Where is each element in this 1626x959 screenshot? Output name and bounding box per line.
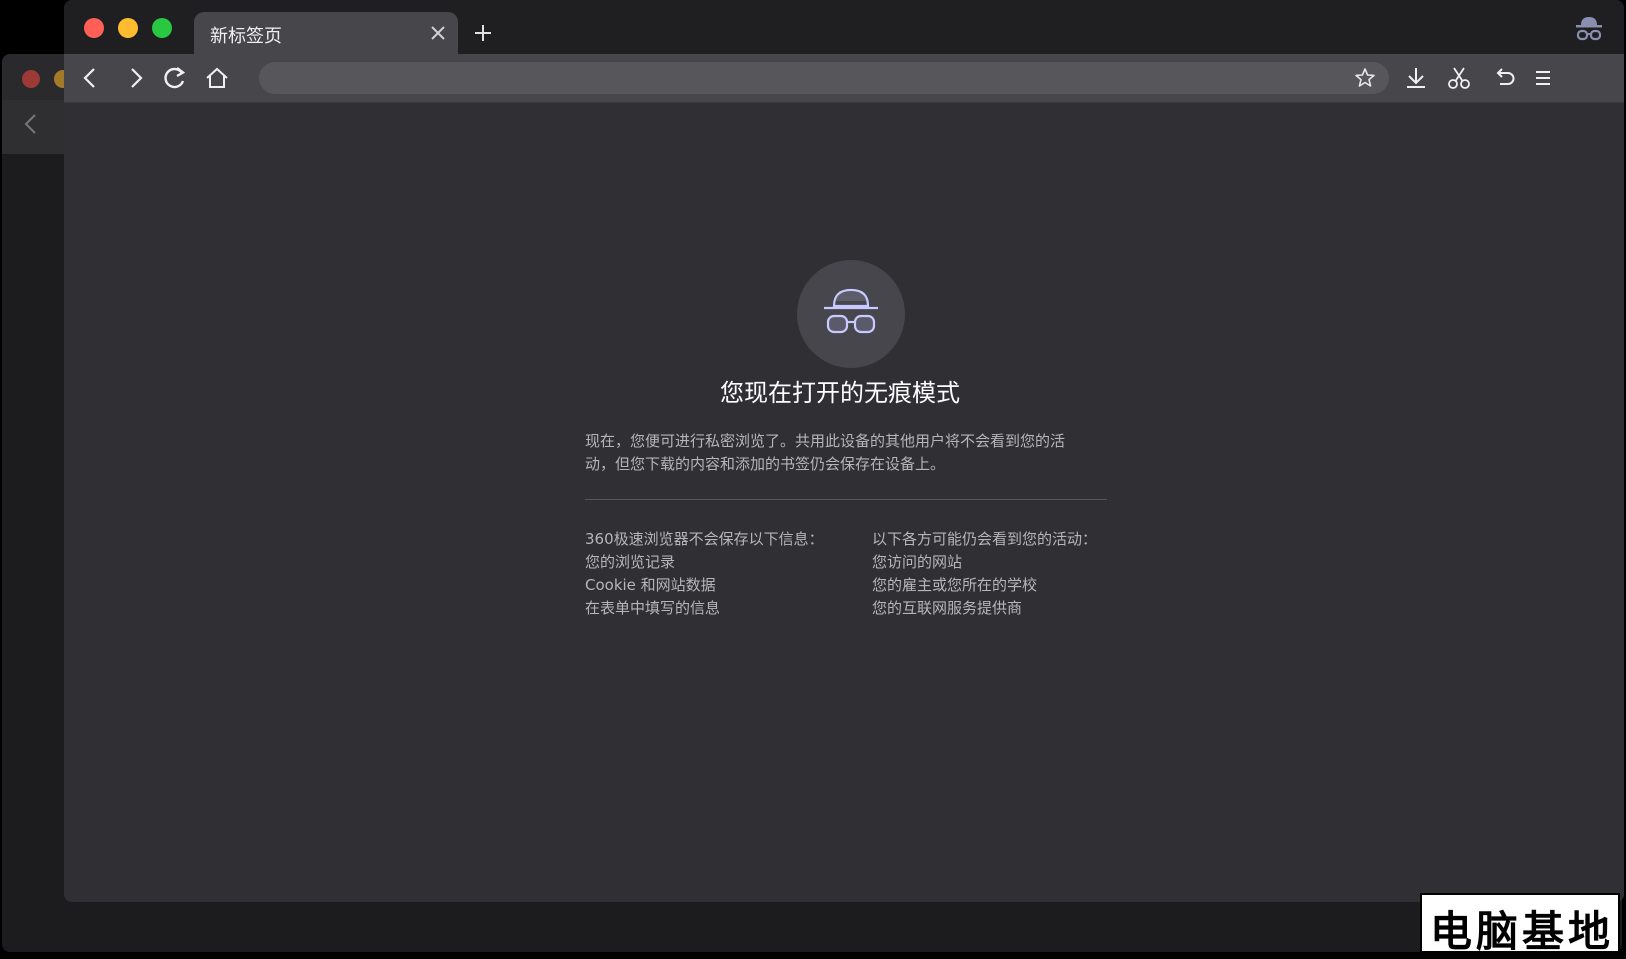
incognito-page: 您现在打开的无痕模式 现在，您便可进行私密浏览了。共用此设备的其他用户将不会看到… xyxy=(64,103,1624,902)
divider xyxy=(585,499,1107,500)
address-input[interactable] xyxy=(273,62,1337,96)
menu-icon[interactable] xyxy=(1529,64,1557,92)
home-icon[interactable] xyxy=(203,64,231,92)
tab-new-tab[interactable]: 新标签页 xyxy=(194,12,458,54)
plus-icon[interactable] xyxy=(472,22,494,44)
toolbar xyxy=(64,54,1624,103)
scissors-icon[interactable] xyxy=(1445,64,1473,92)
may-see-title: 以下各方可能仍会看到您的活动： xyxy=(872,530,1098,548)
watermark-text: 电脑基地 xyxy=(1430,907,1615,956)
back-icon[interactable] xyxy=(76,64,104,92)
undo-icon[interactable] xyxy=(1490,64,1518,92)
incognito-description: 现在，您便可进行私密浏览了。共用此设备的其他用户将不会看到您的活 动，但您下载的… xyxy=(585,430,1105,476)
star-icon[interactable] xyxy=(1353,66,1377,90)
not-saved-list: 360极速浏览器不会保存以下信息： 您的浏览记录 Cookie 和网站数据 在表… xyxy=(585,528,865,620)
description-line: 动，但您下载的内容和添加的书签仍会保存在设备上。 xyxy=(585,455,946,473)
description-line: 现在，您便可进行私密浏览了。共用此设备的其他用户将不会看到您的活 xyxy=(585,432,1066,450)
list-item: Cookie 和网站数据 xyxy=(585,576,716,594)
title-bar: 新标签页 xyxy=(64,0,1624,54)
reload-icon[interactable] xyxy=(161,64,189,92)
background-close-dot[interactable] xyxy=(22,70,40,88)
list-item: 您的雇主或您所在的学校 xyxy=(872,576,1038,594)
incognito-headline: 您现在打开的无痕模式 xyxy=(720,379,960,407)
forward-icon[interactable] xyxy=(122,64,150,92)
list-item: 您的互联网服务提供商 xyxy=(872,599,1023,617)
list-item: 在表单中填写的信息 xyxy=(585,599,721,617)
incognito-icon xyxy=(1576,17,1602,41)
not-saved-title: 360极速浏览器不会保存以下信息： xyxy=(585,530,824,548)
zoom-window-button[interactable] xyxy=(152,18,172,38)
may-see-list: 以下各方可能仍会看到您的活动： 您访问的网站 您的雇主或您所在的学校 您的互联网… xyxy=(872,528,1172,620)
close-icon[interactable] xyxy=(428,23,448,43)
browser-window: 新标签页 您现在打开的无痕模式 现在，您便可进行私密浏览了。共用此设备的其他用户… xyxy=(64,0,1624,902)
minimize-window-button[interactable] xyxy=(118,18,138,38)
download-icon[interactable] xyxy=(1402,64,1430,92)
address-bar[interactable] xyxy=(259,62,1389,96)
close-window-button[interactable] xyxy=(84,18,104,38)
background-back-icon[interactable] xyxy=(20,112,44,136)
incognito-hero-badge xyxy=(797,260,905,368)
list-item: 您访问的网站 xyxy=(872,553,963,571)
tab-title: 新标签页 xyxy=(210,26,282,47)
watermark-logo: 电脑基地 xyxy=(1420,893,1620,956)
incognito-icon xyxy=(824,288,878,334)
list-item: 您的浏览记录 xyxy=(585,553,676,571)
